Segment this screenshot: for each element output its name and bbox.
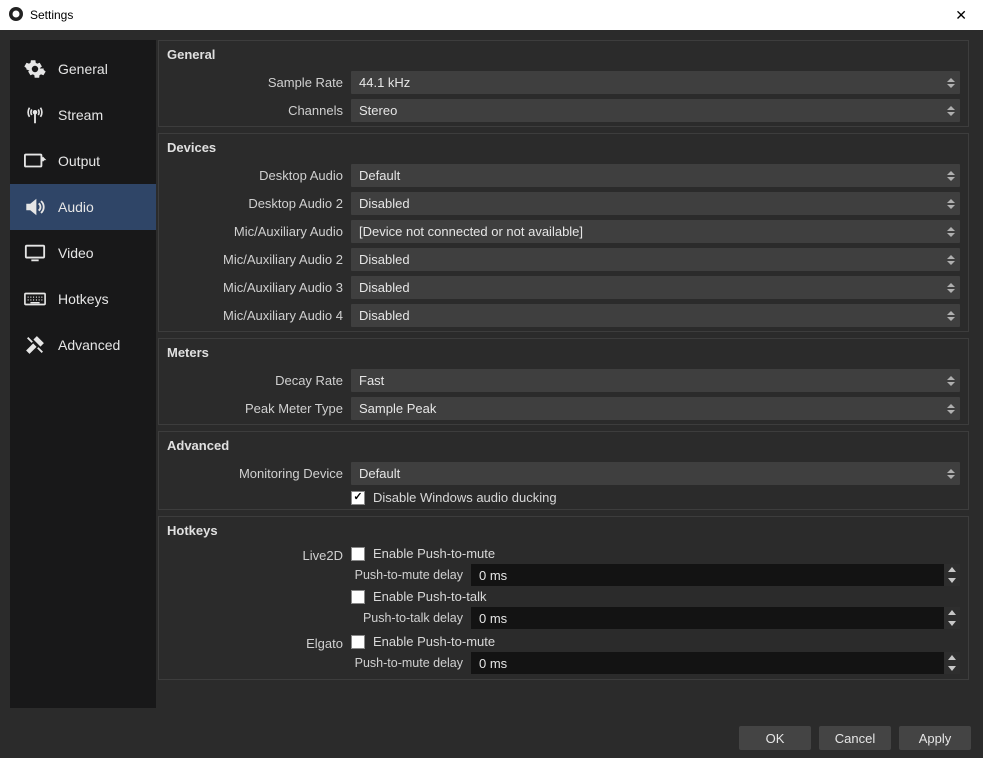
decay-rate-select[interactable]: Fast: [351, 369, 960, 392]
hotkey-device-live2d: Live2D: [167, 546, 343, 632]
mic-aux3-label: Mic/Auxiliary Audio 3: [167, 280, 343, 295]
group-advanced: Advanced Monitoring Device Default Disabl…: [158, 431, 969, 510]
mic-aux4-select[interactable]: Disabled: [351, 304, 960, 327]
sidebar-item-audio[interactable]: Audio: [10, 184, 156, 230]
group-meters: Meters Decay Rate Fast Peak Meter Type Sam…: [158, 338, 969, 425]
mic-aux-label: Mic/Auxiliary Audio: [167, 224, 343, 239]
group-title-meters: Meters: [159, 339, 968, 368]
desktop-audio2-label: Desktop Audio 2: [167, 196, 343, 211]
sidebar-item-hotkeys[interactable]: Hotkeys: [10, 276, 156, 322]
group-title-general: General: [159, 41, 968, 70]
group-title-hotkeys: Hotkeys: [159, 517, 968, 546]
main-panel: General Sample Rate 44.1 kHz Channels St…: [158, 40, 973, 708]
hotkey-device-elgato: Elgato: [167, 634, 343, 677]
group-devices: Devices Desktop Audio Default Desktop Aud…: [158, 133, 969, 332]
sample-rate-label: Sample Rate: [167, 75, 343, 90]
audio-icon: [22, 196, 48, 218]
sidebar-item-video[interactable]: Video: [10, 230, 156, 276]
sidebar: General Stream Output Audio Video: [10, 40, 156, 708]
desktop-audio2-select[interactable]: Disabled: [351, 192, 960, 215]
live2d-ptt-delay-label: Push-to-talk delay: [351, 611, 463, 625]
desktop-audio-select[interactable]: Default: [351, 164, 960, 187]
monitoring-device-label: Monitoring Device: [167, 466, 343, 481]
live2d-ptt-delay-input[interactable]: 0 ms: [471, 607, 960, 629]
mic-aux2-select[interactable]: Disabled: [351, 248, 960, 271]
footer: OK Cancel Apply: [0, 718, 983, 758]
elgato-ptm-delay-label: Push-to-mute delay: [351, 656, 463, 670]
gear-icon: [22, 58, 48, 80]
cancel-button[interactable]: Cancel: [819, 726, 891, 750]
sidebar-item-label: Stream: [58, 107, 103, 123]
sidebar-item-label: Output: [58, 153, 100, 169]
titlebar: Settings ✕: [0, 0, 983, 30]
desktop-audio-label: Desktop Audio: [167, 168, 343, 183]
sidebar-item-label: Audio: [58, 199, 94, 215]
ok-button[interactable]: OK: [739, 726, 811, 750]
sidebar-item-label: Video: [58, 245, 94, 261]
sidebar-item-output[interactable]: Output: [10, 138, 156, 184]
peak-meter-label: Peak Meter Type: [167, 401, 343, 416]
sidebar-item-label: General: [58, 61, 108, 77]
sidebar-item-label: Hotkeys: [58, 291, 109, 307]
channels-label: Channels: [167, 103, 343, 118]
sidebar-item-general[interactable]: General: [10, 46, 156, 92]
group-title-devices: Devices: [159, 134, 968, 163]
output-icon: [22, 150, 48, 172]
elgato-enable-ptm-checkbox[interactable]: [351, 635, 365, 649]
close-button[interactable]: ✕: [947, 3, 975, 28]
peak-meter-select[interactable]: Sample Peak: [351, 397, 960, 420]
mic-aux4-label: Mic/Auxiliary Audio 4: [167, 308, 343, 323]
keyboard-icon: [22, 288, 48, 310]
disable-ducking-label: Disable Windows audio ducking: [373, 490, 557, 505]
elgato-ptm-delay-input[interactable]: 0 ms: [471, 652, 960, 674]
group-hotkeys: Hotkeys Live2D Enable Push-to-mute Push-…: [158, 516, 969, 680]
app-icon: [8, 6, 24, 25]
window-title: Settings: [30, 8, 73, 22]
live2d-ptm-delay-label: Push-to-mute delay: [351, 568, 463, 582]
mic-aux3-select[interactable]: Disabled: [351, 276, 960, 299]
video-icon: [22, 242, 48, 264]
decay-rate-label: Decay Rate: [167, 373, 343, 388]
channels-select[interactable]: Stereo: [351, 99, 960, 122]
live2d-enable-ptm-checkbox[interactable]: [351, 547, 365, 561]
mic-aux-select[interactable]: [Device not connected or not available]: [351, 220, 960, 243]
apply-button[interactable]: Apply: [899, 726, 971, 750]
sidebar-item-label: Advanced: [58, 337, 120, 353]
mic-aux2-label: Mic/Auxiliary Audio 2: [167, 252, 343, 267]
tools-icon: [22, 334, 48, 356]
group-title-advanced: Advanced: [159, 432, 968, 461]
group-general: General Sample Rate 44.1 kHz Channels St…: [158, 40, 969, 127]
sample-rate-select[interactable]: 44.1 kHz: [351, 71, 960, 94]
live2d-enable-ptt-checkbox[interactable]: [351, 590, 365, 604]
antenna-icon: [22, 104, 48, 126]
monitoring-device-select[interactable]: Default: [351, 462, 960, 485]
live2d-ptm-delay-input[interactable]: 0 ms: [471, 564, 960, 586]
disable-ducking-checkbox[interactable]: [351, 491, 365, 505]
sidebar-item-stream[interactable]: Stream: [10, 92, 156, 138]
sidebar-item-advanced[interactable]: Advanced: [10, 322, 156, 368]
